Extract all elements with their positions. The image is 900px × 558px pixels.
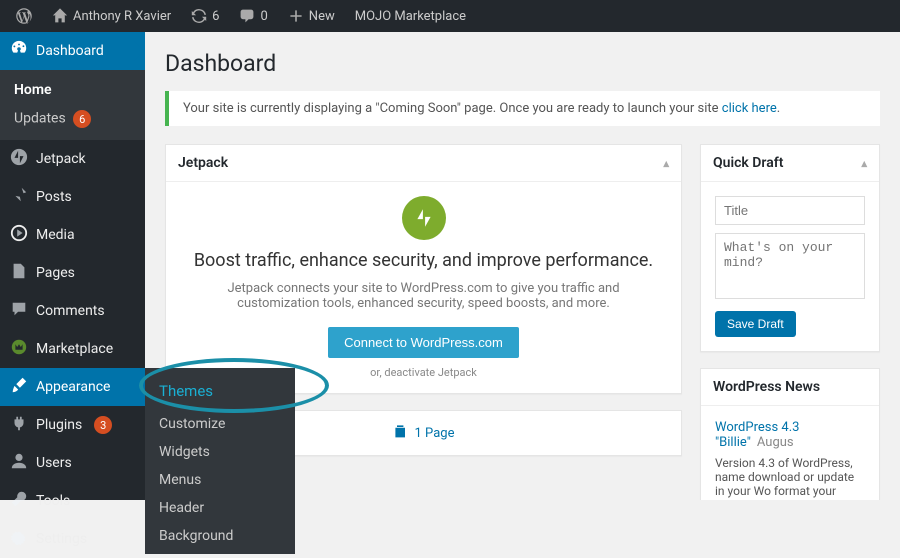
- menu-marketplace[interactable]: Marketplace: [0, 330, 145, 368]
- dashboard-submenu: Home Updates 6: [0, 70, 145, 140]
- collapse-icon[interactable]: ▴: [663, 157, 669, 170]
- menu-plugins[interactable]: Plugins 3: [0, 406, 145, 444]
- menu-posts[interactable]: Posts: [0, 178, 145, 216]
- marketplace-icon: [10, 338, 28, 360]
- quick-draft-header[interactable]: Quick Draft ▴: [701, 145, 879, 182]
- menu-dashboard[interactable]: Dashboard: [0, 32, 145, 70]
- page-icon: [10, 262, 28, 284]
- settings-icon: [10, 528, 28, 550]
- updates-badge: 6: [73, 110, 91, 128]
- user-icon: [10, 452, 28, 474]
- jetpack-icon: [10, 148, 28, 170]
- menu-pages-label: Pages: [36, 265, 75, 281]
- connect-button[interactable]: Connect to WordPress.com: [328, 327, 519, 358]
- updates-count: 6: [212, 9, 219, 24]
- plus-icon: [288, 8, 304, 24]
- menu-comments[interactable]: Comments: [0, 292, 145, 330]
- flyout-widgets[interactable]: Widgets: [145, 438, 295, 466]
- comments-count: 0: [260, 9, 267, 24]
- new-content[interactable]: New: [280, 0, 343, 32]
- media-icon: [10, 224, 28, 246]
- menu-appearance[interactable]: Appearance: [0, 368, 145, 406]
- updates-link[interactable]: 6: [183, 0, 227, 32]
- page-title: Dashboard: [165, 50, 880, 77]
- comments-link[interactable]: 0: [231, 0, 275, 32]
- menu-users-label: Users: [36, 455, 72, 471]
- save-draft-button[interactable]: Save Draft: [715, 311, 796, 337]
- menu-jetpack-label: Jetpack: [36, 151, 86, 167]
- draft-content-textarea[interactable]: [715, 233, 865, 299]
- comments-icon: [239, 8, 255, 24]
- quick-draft-title: Quick Draft: [713, 155, 783, 171]
- jetpack-desc: Jetpack connects your site to WordPress.…: [200, 281, 647, 311]
- submenu-updates-label: Updates: [14, 111, 66, 127]
- plugin-icon: [10, 414, 28, 436]
- plugins-badge: 3: [94, 416, 112, 434]
- menu-settings-label: Settings: [36, 531, 87, 547]
- jetpack-headline: Boost traffic, enhance security, and imp…: [180, 250, 667, 271]
- menu-comments-label: Comments: [36, 303, 105, 319]
- menu-marketplace-label: Marketplace: [36, 341, 113, 357]
- menu-media-label: Media: [36, 227, 75, 243]
- comment-icon: [10, 300, 28, 322]
- flyout-background[interactable]: Background: [145, 522, 295, 550]
- notice-text: Your site is currently displaying a "Com…: [183, 101, 722, 116]
- menu-posts-label: Posts: [36, 189, 72, 205]
- menu-users[interactable]: Users: [0, 444, 145, 482]
- news-postbox: WordPress News WordPress 4.3 "Billie"Aug…: [700, 368, 880, 500]
- menu-settings[interactable]: Settings: [0, 520, 145, 558]
- new-label: New: [309, 9, 335, 24]
- news-header[interactable]: WordPress News: [701, 369, 879, 406]
- submenu-home[interactable]: Home: [0, 76, 145, 104]
- site-name: Anthony R Xavier: [73, 9, 171, 24]
- menu-tools-label: Tools: [36, 493, 70, 509]
- notice-link[interactable]: click here: [722, 101, 777, 116]
- flyout-header[interactable]: Header: [145, 494, 295, 522]
- wp-logo[interactable]: [8, 0, 40, 32]
- tools-icon: [10, 490, 28, 512]
- menu-plugins-label: Plugins: [36, 417, 82, 433]
- admin-sidebar: Dashboard Home Updates 6 Jetpack Posts M…: [0, 32, 145, 500]
- pages-count-link[interactable]: 1 Page: [393, 423, 455, 443]
- jetpack-logo: [402, 196, 446, 240]
- draft-title-input[interactable]: [715, 196, 865, 225]
- wordpress-icon: [16, 8, 32, 24]
- update-icon: [191, 8, 207, 24]
- flyout-menus[interactable]: Menus: [145, 466, 295, 494]
- menu-pages[interactable]: Pages: [0, 254, 145, 292]
- admin-toolbar: Anthony R Xavier 6 0 New MOJO Marketplac…: [0, 0, 900, 32]
- dashboard-icon: [10, 40, 28, 62]
- menu-media[interactable]: Media: [0, 216, 145, 254]
- jetpack-postbox: Jetpack ▴ Boost traffic, enhance securit…: [165, 144, 682, 394]
- menu-dashboard-label: Dashboard: [36, 43, 104, 59]
- home-icon: [52, 8, 68, 24]
- news-title: WordPress News: [713, 379, 820, 395]
- menu-jetpack[interactable]: Jetpack: [0, 140, 145, 178]
- flyout-themes[interactable]: Themes: [145, 376, 295, 410]
- notice-period: .: [777, 101, 780, 116]
- pages-count-label: 1 Page: [415, 426, 455, 441]
- flyout-customize[interactable]: Customize: [145, 410, 295, 438]
- news-item-date: Augus: [757, 435, 794, 450]
- news-item-excerpt: Version 4.3 of WordPress, name download …: [715, 456, 865, 500]
- coming-soon-notice: Your site is currently displaying a "Com…: [165, 91, 880, 126]
- appearance-flyout: Themes Customize Widgets Menus Header Ba…: [145, 368, 295, 554]
- site-link[interactable]: Anthony R Xavier: [44, 0, 179, 32]
- menu-tools[interactable]: Tools: [0, 482, 145, 520]
- collapse-icon[interactable]: ▴: [861, 157, 867, 170]
- jetpack-box-header[interactable]: Jetpack ▴: [166, 145, 681, 182]
- quick-draft-postbox: Quick Draft ▴ Save Draft: [700, 144, 880, 352]
- submenu-updates[interactable]: Updates 6: [0, 104, 145, 134]
- menu-appearance-label: Appearance: [36, 379, 110, 395]
- page-copy-icon: [393, 423, 409, 443]
- jetpack-box-title: Jetpack: [178, 155, 228, 171]
- brush-icon: [10, 376, 28, 398]
- pin-icon: [10, 186, 28, 208]
- mojo-link[interactable]: MOJO Marketplace: [347, 0, 474, 32]
- mojo-label: MOJO Marketplace: [355, 9, 466, 24]
